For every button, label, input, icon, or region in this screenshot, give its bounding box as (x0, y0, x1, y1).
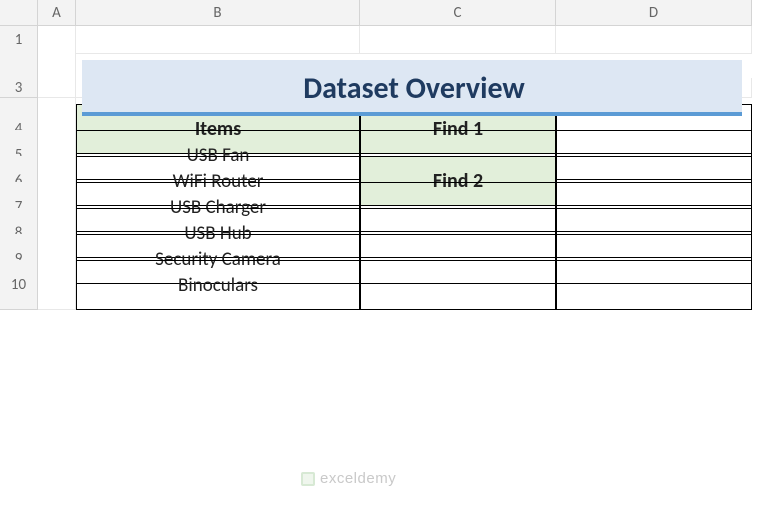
cell-a10[interactable] (38, 260, 76, 310)
cell-c10[interactable] (360, 260, 556, 310)
row-header-10[interactable]: 10 (0, 260, 38, 310)
cell-a3[interactable] (38, 78, 76, 98)
page-title: Dataset Overview (303, 70, 525, 107)
row-header-3[interactable]: 3 (0, 78, 38, 98)
select-all-corner[interactable] (0, 0, 38, 26)
watermark-text: exceldemy (320, 470, 396, 487)
title-cell[interactable]: Dataset Overview (76, 52, 752, 124)
watermark: exceldemy (300, 470, 396, 487)
col-header-b[interactable]: B (76, 0, 360, 26)
row-header-1[interactable]: 1 (0, 26, 38, 54)
cell-d10[interactable] (556, 260, 752, 310)
col-header-d[interactable]: D (556, 0, 752, 26)
col-header-a[interactable]: A (38, 0, 76, 26)
logo-icon (300, 471, 316, 487)
col-header-c[interactable]: C (360, 0, 556, 26)
cell-c1[interactable] (360, 26, 556, 54)
cell-d1[interactable] (556, 26, 752, 54)
table-row[interactable]: Binoculars (76, 260, 360, 310)
spreadsheet-grid: A B C D 1 2 Dataset Overview 3 4 Items F… (0, 0, 768, 286)
cell-b1[interactable] (76, 26, 360, 54)
cell-a1[interactable] (38, 26, 76, 54)
